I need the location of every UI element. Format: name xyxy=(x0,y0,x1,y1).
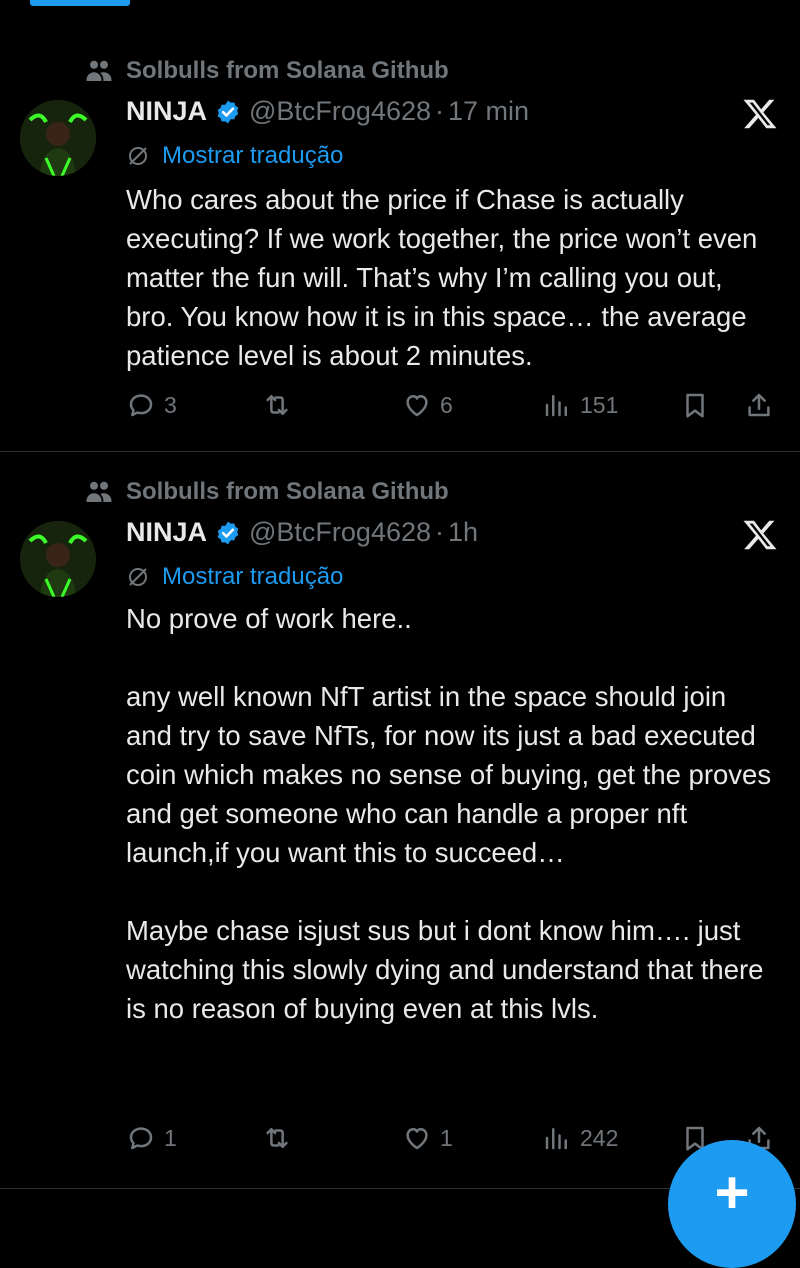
tweet-header: NINJA @BtcFrog4628 · 17 min xyxy=(126,96,529,127)
reply-count: 1 xyxy=(164,1124,177,1151)
like-button[interactable]: 6 xyxy=(402,390,453,420)
like-icon xyxy=(406,1128,428,1150)
separator-dot: · xyxy=(435,96,445,126)
user-handle[interactable]: @BtcFrog4628 xyxy=(249,96,431,127)
share-icon xyxy=(748,393,770,417)
social-context-label: Solbulls from Solana Github xyxy=(126,478,449,505)
social-context[interactable]: Solbulls from Solana Github xyxy=(84,56,449,86)
tweet[interactable]: Solbulls from Solana Github NINJA @BtcFr… xyxy=(0,455,800,1200)
community-icon xyxy=(86,481,112,502)
reply-button[interactable]: 1 xyxy=(126,1123,177,1153)
tweet-header: NINJA @BtcFrog4628 · 1h xyxy=(126,517,478,548)
reply-count: 3 xyxy=(164,391,177,418)
show-translation-link[interactable]: Mostrar tradução xyxy=(126,142,343,170)
verified-badge-icon xyxy=(217,521,239,544)
tweet-divider xyxy=(0,451,800,452)
like-icon xyxy=(406,395,428,417)
community-icon xyxy=(86,60,112,81)
avatar[interactable] xyxy=(20,100,96,176)
like-count: 1 xyxy=(440,1124,453,1151)
retweet-button[interactable] xyxy=(262,390,300,420)
tweet-actions: 3 6 151 xyxy=(126,390,786,430)
globe-icon xyxy=(129,568,147,586)
x-logo-icon[interactable] xyxy=(742,517,778,553)
retweet-icon xyxy=(266,395,288,415)
timestamp[interactable]: 1h xyxy=(448,517,478,548)
verified-badge-icon xyxy=(217,100,239,123)
timestamp[interactable]: 17 min xyxy=(448,96,529,127)
views-icon xyxy=(545,1128,567,1150)
compose-button[interactable]: + xyxy=(668,1140,796,1268)
like-button[interactable]: 1 xyxy=(402,1123,453,1153)
show-translation-label: Mostrar tradução xyxy=(162,563,344,590)
display-name[interactable]: NINJA xyxy=(126,517,207,548)
retweet-button[interactable] xyxy=(262,1123,300,1153)
avatar[interactable] xyxy=(20,521,96,597)
like-count: 6 xyxy=(440,391,453,418)
views-button[interactable]: 151 xyxy=(542,390,618,420)
retweet-icon xyxy=(266,1128,288,1148)
views-button[interactable]: 242 xyxy=(542,1123,618,1153)
reply-button[interactable]: 3 xyxy=(126,390,177,420)
display-name[interactable]: NINJA xyxy=(126,96,207,127)
reply-icon xyxy=(129,394,153,417)
globe-icon xyxy=(129,147,147,165)
social-context-label: Solbulls from Solana Github xyxy=(126,57,449,84)
social-context[interactable]: Solbulls from Solana Github xyxy=(84,477,449,507)
show-translation-link[interactable]: Mostrar tradução xyxy=(126,563,343,591)
views-count: 151 xyxy=(580,391,619,418)
tweet[interactable]: Solbulls from Solana Github NINJA @BtcFr… xyxy=(0,0,800,452)
tweet-text: No prove of work here.. any well known N… xyxy=(126,603,772,1024)
separator-dot: · xyxy=(435,517,445,547)
x-logo-icon[interactable] xyxy=(742,96,778,132)
reply-icon xyxy=(129,1127,153,1150)
bookmark-button[interactable] xyxy=(680,390,718,420)
share-button[interactable] xyxy=(744,390,782,420)
compose-plus-icon: + xyxy=(714,1159,750,1226)
views-count: 242 xyxy=(580,1124,619,1151)
bookmark-icon xyxy=(686,393,704,418)
user-handle[interactable]: @BtcFrog4628 xyxy=(249,517,431,548)
tweet-text: Who cares about the price if Chase is ac… xyxy=(126,184,758,371)
views-icon xyxy=(545,395,567,417)
show-translation-label: Mostrar tradução xyxy=(162,142,344,169)
